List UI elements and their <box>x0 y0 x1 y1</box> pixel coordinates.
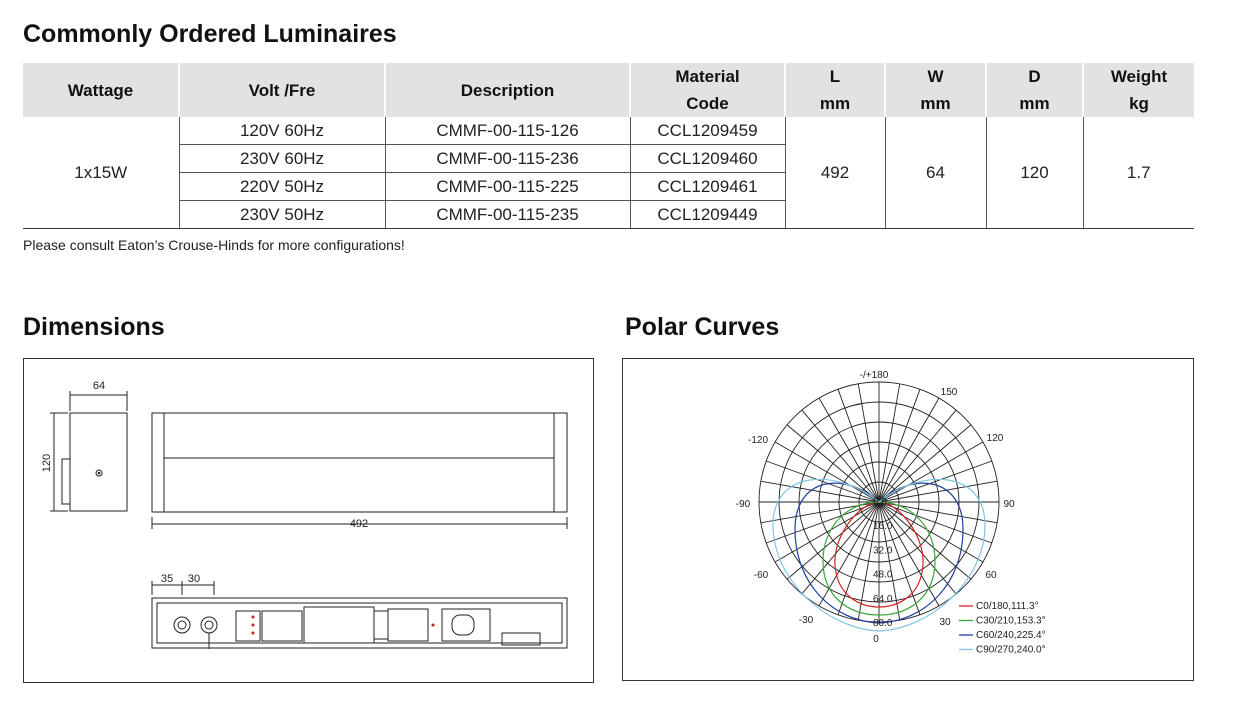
cell-length: 492 <box>784 117 885 229</box>
table-row: 1x15W 120V 60Hz CMMF-00-115-126 CCL12094… <box>23 117 1194 229</box>
angle-label-minus-60: -60 <box>754 570 769 581</box>
dimensions-title: Dimensions <box>23 313 165 341</box>
dim-offset-1-label: 35 <box>161 573 173 585</box>
header-material-code: Material Code <box>629 63 785 117</box>
radial-label: 0.0 <box>873 497 887 508</box>
polar-title: Polar Curves <box>625 313 780 341</box>
cell-description: CMMF-00-115-126 <box>384 117 630 145</box>
header-volt: Volt /Fre <box>178 63 385 117</box>
header-weight-line2: kg <box>1129 94 1149 113</box>
header-wattage: Wattage <box>23 63 179 117</box>
header-width-line2: mm <box>920 94 951 113</box>
polar-panel: -/+180 150 120 90 60 30 0 -30 -60 -90 -1… <box>622 358 1194 681</box>
header-depth: Dmm <box>985 63 1083 117</box>
internal-view-body <box>151 597 568 649</box>
driver-box <box>303 606 375 644</box>
polar-legend: C0/180,111.3° C30/210,153.3° C60/240,225.4… <box>959 601 1046 656</box>
table-header-row: Wattage Volt /Fre Description Material Co… <box>23 63 1194 117</box>
configuration-note: Please consult Eaton’s Crouse-Hinds for … <box>23 237 405 253</box>
dimensions-panel: 64 120 492 35 30 <box>23 358 594 683</box>
cell-code: CCL1209461 <box>629 172 785 201</box>
cell-description: CMMF-00-115-236 <box>384 144 630 173</box>
cell-volt: 230V 50Hz <box>178 200 385 229</box>
angle-label-30: 30 <box>939 617 951 628</box>
side-view-body <box>69 412 128 512</box>
polar-chart: -/+180 150 120 90 60 30 0 -30 -60 -90 -1… <box>736 370 1046 656</box>
cell-code: CCL1209460 <box>629 144 785 173</box>
header-weight: Weight kg <box>1082 63 1194 117</box>
angle-label-top: -/+180 <box>860 370 889 381</box>
angle-label-minus-30: -30 <box>799 615 814 626</box>
cell-weight: 1.7 <box>1082 117 1194 229</box>
radial-label: 32.0 <box>873 545 893 556</box>
ordered-title: Commonly Ordered Luminaires <box>23 20 397 48</box>
cell-code: CCL1209449 <box>629 200 785 229</box>
cell-description: CMMF-00-115-235 <box>384 200 630 229</box>
radial-label: 16.0 <box>873 521 893 532</box>
front-view-body <box>151 412 568 513</box>
legend-label: C60/240,225.4° <box>976 630 1046 641</box>
header-description: Description <box>384 63 630 117</box>
header-weight-line1: Weight <box>1110 67 1168 86</box>
header-depth-line1: D <box>1028 67 1041 86</box>
angle-label-150: 150 <box>941 387 958 398</box>
cell-volt: 230V 60Hz <box>178 144 385 173</box>
terminal-marks <box>251 615 435 635</box>
radial-label: 80.0 <box>873 618 893 629</box>
dim-length-label: 492 <box>350 518 368 530</box>
header-material-line2: Code <box>686 94 729 113</box>
cell-depth: 120 <box>985 117 1083 229</box>
legend-label: C90/270,240.0° <box>976 645 1046 656</box>
legend-label: C0/180,111.3° <box>976 601 1039 612</box>
dim-width-label: 64 <box>93 380 105 392</box>
angle-label-120: 120 <box>987 433 1004 444</box>
cell-volt: 120V 60Hz <box>178 117 385 145</box>
header-length-line2: mm <box>819 94 851 113</box>
cell-wattage: 1x15W <box>23 117 179 229</box>
angle-label-minus-120: -120 <box>748 435 768 446</box>
header-depth-line2: mm <box>1019 94 1050 113</box>
radial-label: 48.0 <box>873 570 893 581</box>
cell-width: 64 <box>884 117 986 229</box>
side-view-bracket <box>61 458 71 505</box>
header-length: Lmm <box>784 63 885 117</box>
angle-label-minus-90: -90 <box>736 499 751 510</box>
header-width-line1: W <box>927 67 944 86</box>
dimensions-drawing: 64 120 492 35 30 <box>41 380 568 649</box>
angle-label-90: 90 <box>1003 499 1015 510</box>
dim-height-label: 120 <box>41 454 53 472</box>
header-material-line1: Material <box>675 67 740 86</box>
angle-label-0: 0 <box>873 634 879 645</box>
angle-label-60: 60 <box>985 570 997 581</box>
luminaires-table: Wattage Volt /Fre Description Material Co… <box>23 63 1194 229</box>
header-length-line1: L <box>829 67 841 86</box>
radial-label: 64.0 <box>873 594 893 605</box>
cell-volt: 220V 50Hz <box>178 172 385 201</box>
header-width: Wmm <box>884 63 986 117</box>
cell-code: CCL1209459 <box>629 117 785 145</box>
legend-label: C30/210,153.3° <box>976 616 1046 627</box>
cell-description: CMMF-00-115-225 <box>384 172 630 201</box>
dim-offset-2-label: 30 <box>188 573 200 585</box>
